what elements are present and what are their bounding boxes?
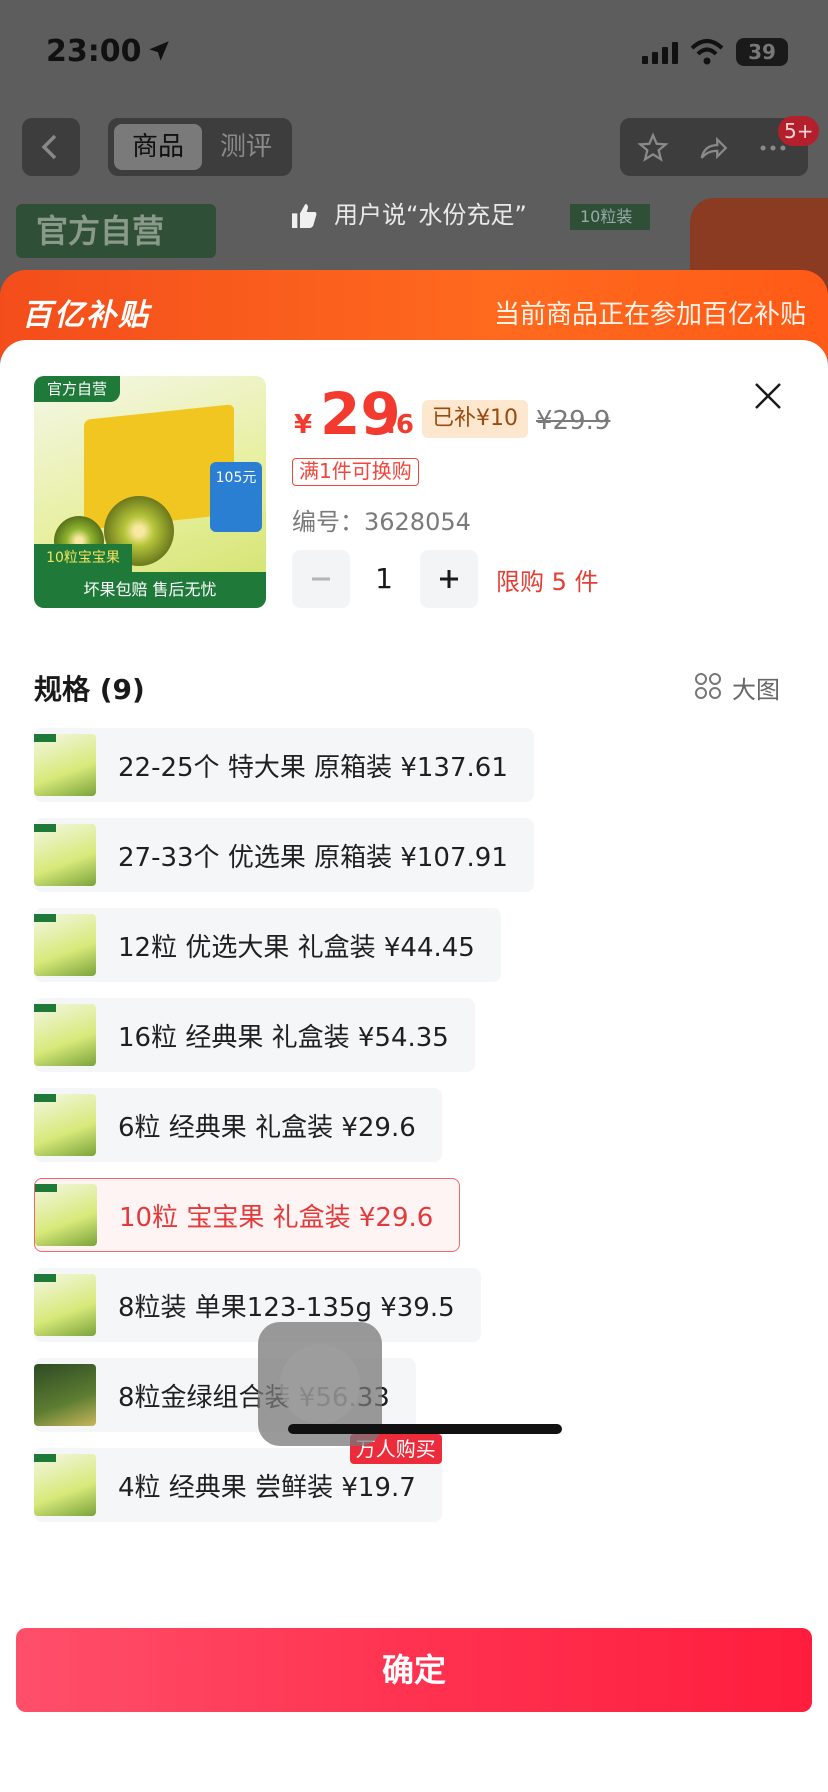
- status-bar: 23:00 39: [0, 0, 828, 100]
- original-price: ¥29.9: [536, 406, 611, 436]
- sku-number: 编号：3628054: [292, 502, 471, 537]
- close-icon[interactable]: [752, 380, 784, 412]
- tab-review[interactable]: 测评: [202, 124, 290, 170]
- back-button[interactable]: [22, 118, 80, 176]
- promo-tag: 满1件可换购: [292, 458, 419, 486]
- product-image-badge: 105元: [210, 462, 262, 532]
- location-arrow-icon: [149, 41, 169, 61]
- share-icon[interactable]: [696, 131, 730, 165]
- spec-option[interactable]: 16粒 经典果 礼盒装 ¥54.35: [34, 998, 475, 1072]
- product-image-bottom-text: 坏果包赔 售后无忧: [34, 572, 266, 608]
- spec-thumbnail: [34, 1364, 96, 1426]
- subsidy-amount-badge: 已补¥10: [422, 400, 528, 438]
- subsidy-message: 当前商品正在参加百亿补贴: [493, 300, 806, 330]
- spec-option[interactable]: 6粒 经典果 礼盒装 ¥29.6: [34, 1088, 442, 1162]
- chevron-left-icon: [41, 134, 57, 160]
- currency-symbol: ¥: [294, 410, 313, 440]
- spec-option-list: 22-25个 特大果 原箱装 ¥137.61 27-33个 优选果 原箱装 ¥1…: [34, 728, 794, 1538]
- product-image-tag: 官方自营: [34, 376, 120, 402]
- spec-option-label: 6粒 经典果 礼盒装 ¥29.6: [118, 1112, 416, 1143]
- star-icon[interactable]: [636, 131, 670, 165]
- spec-option-label: 8粒装 单果123-135g ¥39.5: [118, 1292, 455, 1323]
- spec-option-label: 22-25个 特大果 原箱装 ¥137.61: [118, 752, 508, 783]
- battery-indicator: 39: [736, 38, 788, 66]
- notification-badge: 5+: [778, 116, 820, 146]
- wifi-icon: [690, 39, 724, 65]
- spec-thumbnail: [34, 824, 96, 886]
- spec-option[interactable]: 8粒装 单果123-135g ¥39.5: [34, 1268, 481, 1342]
- background-page: 23:00 39 商品 测评 5+ 官方自营 用户说“水份充足” 10粒装: [0, 0, 828, 300]
- spec-option-label: 16粒 经典果 礼盒装 ¥54.35: [118, 1022, 449, 1053]
- plus-icon: [440, 570, 458, 588]
- purchase-limit: 限购 5 件: [496, 568, 599, 596]
- spec-thumbnail: [34, 1274, 96, 1336]
- spec-option[interactable]: 22-25个 特大果 原箱装 ¥137.61: [34, 728, 534, 802]
- tab-product[interactable]: 商品: [114, 124, 202, 170]
- status-time: 23:00: [46, 34, 142, 69]
- spec-thumbnail: [34, 914, 96, 976]
- top-tabs: 商品 测评: [108, 118, 292, 176]
- spec-option[interactable]: 12粒 优选大果 礼盒装 ¥44.45: [34, 908, 501, 982]
- thumbs-up-icon: [292, 204, 317, 228]
- sku-number-label: 编号：: [292, 508, 364, 536]
- review-text: 用户说“水份充足”: [334, 201, 527, 229]
- spec-option-label: 12粒 优选大果 礼盒装 ¥44.45: [118, 932, 475, 963]
- spec-thumbnail: [34, 1454, 96, 1516]
- spec-option[interactable]: 27-33个 优选果 原箱装 ¥107.91: [34, 818, 534, 892]
- spec-thumbnail: [34, 1094, 96, 1156]
- grid-view-icon: [695, 673, 721, 699]
- spec-option[interactable]: 4粒 经典果 尝鲜装 ¥19.7 万人购买: [34, 1434, 442, 1522]
- product-image-left-tag: 10粒宝宝果: [34, 544, 132, 572]
- sku-selector-sheet: 官方自营 105元 10粒宝宝果 坏果包赔 售后无忧 ¥ 29 .6 已补¥10…: [0, 340, 828, 1792]
- minus-icon: [312, 577, 330, 581]
- price-decimal: .6: [386, 410, 414, 440]
- product-image[interactable]: 官方自营 105元 10粒宝宝果 坏果包赔 售后无忧: [34, 376, 266, 608]
- quantity-value[interactable]: 1: [360, 550, 408, 608]
- spec-option-label: 10粒 宝宝果 礼盒装 ¥29.6: [119, 1202, 434, 1233]
- big-image-label: 大图: [732, 676, 780, 704]
- spec-option-selected[interactable]: 10粒 宝宝果 礼盒装 ¥29.6: [34, 1178, 461, 1252]
- spec-option-label: 27-33个 优选果 原箱装 ¥107.91: [118, 842, 508, 873]
- spec-thumbnail: [34, 1004, 96, 1066]
- cellular-signal-icon: [642, 42, 678, 64]
- sku-number-value: 3628054: [364, 508, 471, 536]
- assistive-touch-inner: [280, 1344, 360, 1424]
- quantity-decrease-button[interactable]: [292, 550, 350, 608]
- review-highlight: 用户说“水份充足”: [284, 188, 544, 242]
- confirm-button[interactable]: 确定: [16, 1628, 812, 1712]
- home-indicator[interactable]: [288, 1424, 562, 1434]
- spec-option-label: 4粒 经典果 尝鲜装 ¥19.7: [118, 1472, 416, 1503]
- quantity-increase-button[interactable]: [420, 550, 478, 608]
- background-official-banner: 官方自营: [16, 204, 216, 258]
- subsidy-logo: 百亿补贴: [22, 298, 150, 333]
- spec-thumbnail: [34, 734, 96, 796]
- spec-thumbnail: [35, 1184, 97, 1246]
- background-pack-tag: 10粒装: [570, 204, 650, 230]
- spec-section-title: 规格 (9): [34, 673, 145, 706]
